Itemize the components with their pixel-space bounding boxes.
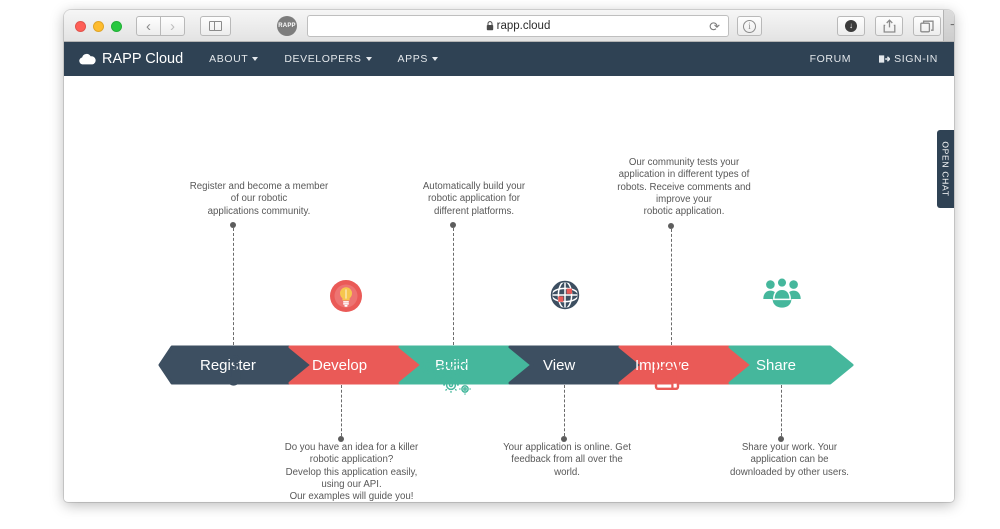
window-maximize-button[interactable]	[111, 21, 122, 32]
new-tab-button[interactable]: +	[943, 10, 954, 41]
pipeline-ribbon: Register Develop Build View Improve Shar…	[64, 345, 954, 385]
nav-item-developers-label: DEVELOPERS	[284, 53, 362, 65]
tab-overview-icon	[920, 20, 934, 32]
open-chat-tab[interactable]: OPEN CHAT	[937, 130, 954, 208]
nav-item-sign-in-label: SIGN-IN	[894, 53, 938, 65]
forward-button[interactable]: ›	[160, 16, 185, 36]
connector-dot	[561, 436, 567, 442]
step-label-share[interactable]: Share	[756, 358, 796, 373]
clipboard-icon	[653, 356, 681, 395]
step-label-develop[interactable]: Develop	[312, 358, 367, 373]
sidebar-toggle-button[interactable]	[200, 16, 231, 36]
caption-share: Share your work. Your application can be…	[729, 442, 850, 478]
nav-item-developers[interactable]: DEVELOPERS	[284, 53, 372, 65]
nav-item-apps[interactable]: APPS	[398, 53, 438, 65]
chevron-down-icon	[365, 57, 372, 61]
chevron-left-icon: ‹	[146, 17, 151, 35]
address-bar[interactable]: rapp.cloud ⟳	[307, 15, 729, 37]
connector-dot	[338, 436, 344, 442]
chevron-down-icon	[252, 57, 259, 61]
connector-develop	[338, 385, 344, 442]
reload-icon[interactable]: ⟳	[709, 19, 720, 35]
address-bar-content: rapp.cloud	[486, 20, 551, 32]
sign-in-icon	[879, 55, 891, 63]
connector-register	[230, 222, 236, 345]
people-group-icon	[762, 277, 802, 314]
browser-toolbar: ‹ › RAPP rapp.cloud ⟳ i ↓	[64, 10, 954, 42]
downloads-button[interactable]: ↓	[837, 16, 865, 36]
chevron-down-icon	[431, 57, 438, 61]
gears-icon	[420, 358, 476, 403]
connector-line	[232, 228, 234, 345]
connector-line	[452, 228, 454, 345]
nav-item-forum-label: FORUM	[809, 53, 852, 65]
click-hand-icon	[223, 354, 249, 392]
navbar-right-group: FORUM SIGN-IN	[782, 53, 938, 65]
site-navbar: RAPP Cloud ABOUT DEVELOPERS APPS FORUM S…	[64, 42, 954, 76]
reader-info-button[interactable]: i	[737, 16, 762, 36]
chevron-right-icon: ›	[170, 17, 175, 35]
info-icon: i	[743, 19, 756, 33]
connector-line	[563, 385, 565, 436]
globe-icon	[550, 280, 580, 315]
window-close-button[interactable]	[75, 21, 86, 32]
connector-line	[780, 385, 782, 436]
nav-item-about[interactable]: ABOUT	[209, 53, 259, 65]
connector-dot	[778, 436, 784, 442]
connector-share	[778, 385, 784, 442]
connector-line	[340, 385, 342, 436]
cloud-icon	[79, 53, 96, 65]
brand-logo[interactable]: RAPP Cloud	[78, 51, 183, 67]
browser-window: ‹ › RAPP rapp.cloud ⟳ i ↓ RAPP Cloud ABO…	[64, 10, 954, 502]
step-label-view[interactable]: View	[543, 358, 575, 373]
lightbulb-icon	[330, 280, 362, 317]
lock-icon	[486, 21, 493, 31]
open-chat-label: OPEN CHAT	[941, 141, 952, 197]
connector-view	[561, 385, 567, 442]
sidebar-toggle-icon	[209, 21, 222, 31]
nav-item-apps-label: APPS	[397, 53, 428, 65]
page-content: OPEN CHAT Register and become a member o…	[64, 76, 954, 502]
caption-register: Register and become a member of our robo…	[189, 181, 329, 217]
nav-item-sign-in[interactable]: SIGN-IN	[879, 53, 938, 65]
nav-item-forum[interactable]: FORUM	[810, 53, 852, 65]
caption-view: Your application is online. Get feedback…	[503, 442, 631, 478]
caption-develop: Do you have an idea for a killer robotic…	[284, 442, 419, 502]
connector-improve	[668, 223, 674, 345]
connector-build	[450, 222, 456, 345]
window-minimize-button[interactable]	[93, 21, 104, 32]
share-icon	[883, 19, 895, 33]
back-button[interactable]: ‹	[136, 16, 161, 36]
site-favicon: RAPP	[277, 16, 297, 36]
download-icon: ↓	[845, 20, 857, 32]
plus-icon: +	[950, 17, 954, 35]
url-text: rapp.cloud	[496, 20, 551, 32]
caption-build: Automatically build your robotic applica…	[422, 181, 526, 217]
share-button[interactable]	[875, 16, 903, 36]
caption-improve: Our community tests your application in …	[617, 157, 751, 218]
connector-line	[670, 229, 672, 345]
nav-item-about-label: ABOUT	[209, 53, 249, 65]
tab-overview-button[interactable]	[913, 16, 941, 36]
brand-label: RAPP Cloud	[102, 51, 184, 67]
